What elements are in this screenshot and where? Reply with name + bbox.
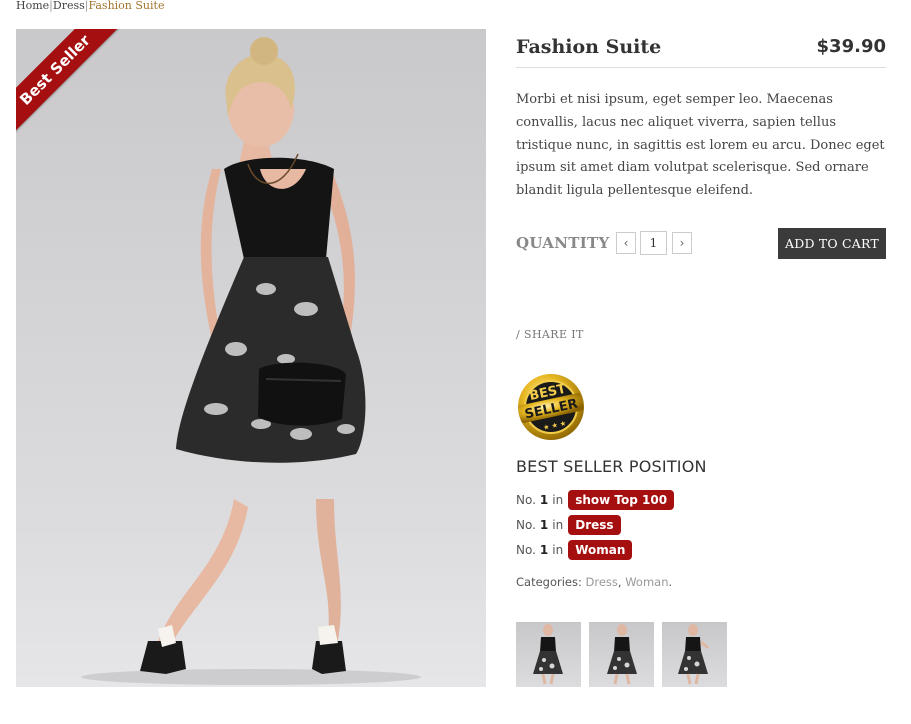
rank-prefix: No.	[516, 543, 536, 557]
product-description: Morbi et nisi ipsum, eget semper leo. Ma…	[516, 92, 885, 199]
rank-number: 1	[539, 518, 549, 532]
rank-tag-woman[interactable]: Woman	[568, 540, 633, 560]
rank-tag-top-100[interactable]: show Top 100	[568, 490, 675, 510]
rank-in: in	[552, 493, 564, 507]
category-link-dress[interactable]: Dress	[586, 575, 618, 589]
product-main-image[interactable]: Best Seller	[16, 29, 486, 687]
categories-end: .	[668, 575, 673, 589]
product-thumbnail-3[interactable]	[662, 622, 727, 687]
breadcrumb-category[interactable]: Dress	[53, 0, 85, 12]
title-divider	[516, 67, 886, 68]
thumbnail-figure	[607, 624, 637, 685]
product-categories: Categories: Dress, Woman.	[516, 575, 672, 589]
rank-in: in	[552, 518, 564, 532]
breadcrumb-current: Fashion Suite	[88, 0, 165, 12]
best-seller-heading: BEST SELLER POSITION	[516, 457, 707, 476]
best-seller-badge: BEST SELLER ★ ★ ★	[515, 372, 587, 442]
categories-separator: ,	[617, 575, 622, 589]
best-seller-rank-row: No. 1 in show Top 100	[516, 490, 675, 510]
rank-prefix: No.	[516, 518, 536, 532]
quantity-label: QUANTITY	[516, 234, 610, 252]
quantity-decrease-button[interactable]: ‹	[616, 232, 636, 254]
best-seller-rank-row: No. 1 in Woman	[516, 540, 633, 560]
breadcrumb: Home|Dress|Fashion Suite	[16, 0, 164, 12]
rank-tag-dress[interactable]: Dress	[568, 515, 621, 535]
breadcrumb-home[interactable]: Home	[16, 0, 49, 12]
product-thumbnail-2[interactable]	[589, 622, 654, 687]
best-seller-rank-row: No. 1 in Dress	[516, 515, 621, 535]
rank-number: 1	[539, 543, 549, 557]
best-seller-badge-icon: BEST SELLER ★ ★ ★	[518, 374, 584, 440]
rank-in: in	[552, 543, 564, 557]
rank-prefix: No.	[516, 493, 536, 507]
thumbnail-figure	[678, 624, 709, 685]
rank-number: 1	[539, 493, 549, 507]
product-title: Fashion Suite	[516, 36, 662, 58]
categories-label: Categories:	[516, 575, 582, 589]
quantity-input[interactable]	[640, 231, 667, 255]
thumbnail-figure	[533, 624, 563, 685]
add-to-cart-button[interactable]: ADD TO CART	[778, 228, 886, 259]
best-seller-ribbon-label: Best Seller	[16, 29, 119, 134]
product-thumbnail-1[interactable]	[516, 622, 581, 687]
quantity-increase-button[interactable]: ›	[672, 232, 692, 254]
share-it-link[interactable]: / SHARE IT	[516, 328, 584, 341]
best-seller-ribbon: Best Seller	[16, 29, 126, 139]
product-price: $39.90	[816, 36, 886, 57]
category-link-woman[interactable]: Woman	[625, 575, 668, 589]
